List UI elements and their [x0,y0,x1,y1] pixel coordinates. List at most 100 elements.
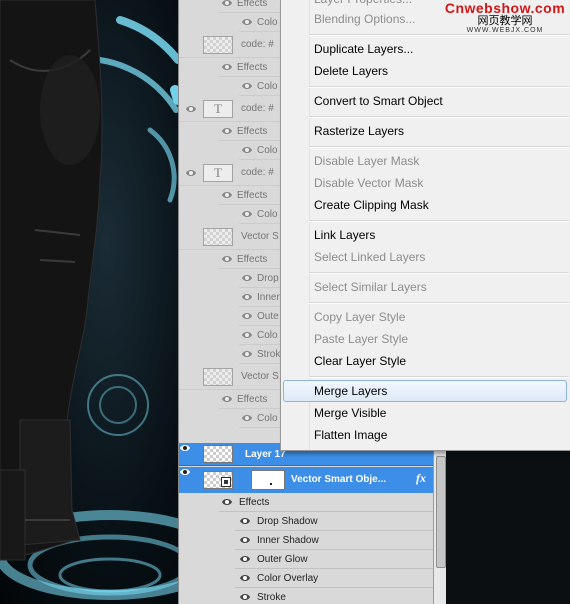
menu-separator [309,376,569,378]
visibility-eye-icon[interactable] [241,413,253,423]
visibility-eye-icon[interactable] [239,592,251,602]
menu-item-convert-to-smart-object[interactable]: Convert to Smart Object [314,94,443,108]
visibility-eye-icon[interactable] [221,190,233,200]
vector-mask-thumbnail [251,470,285,490]
layer-name[interactable]: code: # [241,167,274,178]
visibility-eye-icon[interactable] [239,554,251,564]
layer-name[interactable]: Vector Smart Obje... [291,474,386,485]
artwork-image [0,0,178,600]
visibility-eye-icon[interactable] [185,232,197,242]
effect-name: Oute [257,311,279,322]
visibility-eye-icon[interactable] [221,394,233,404]
watermark-chinese: 网页教学网 [477,15,533,27]
layer-context-menu: Layer Properties... Blending Options... Du… [280,0,570,451]
layer-name[interactable]: Vector S [241,371,279,382]
effects-label: Effects [237,62,268,73]
effects-label: Effects [237,126,268,137]
layer-row-vector-smart-object[interactable]: Vector Smart Obje... fx [179,467,434,493]
menu-item-delete-layers[interactable]: Delete Layers [314,64,388,78]
effect-row[interactable]: Color Overlay [235,569,434,588]
menu-item-layer-properties: Layer Properties... [314,0,412,6]
effect-name: Color Overlay [257,573,319,584]
layer-name[interactable]: code: # [241,103,274,114]
site-watermark: Cnwebshow.com 网页教学网 WWW.WEBJX.COM [440,0,570,36]
effect-name: Colo [257,330,278,341]
layer-style-fx-icon[interactable]: fx [416,471,426,486]
effect-name: Colo [257,17,278,28]
visibility-eye-icon[interactable] [221,126,233,136]
visibility-eye-icon[interactable] [241,311,253,321]
menu-item-flatten-image[interactable]: Flatten Image [314,428,387,442]
visibility-eye-icon[interactable] [241,17,253,27]
visibility-eye-icon[interactable] [241,81,253,91]
effect-row[interactable]: Outer Glow [235,550,434,569]
smart-object-icon [221,477,231,487]
effects-label: Effects [237,190,268,201]
effect-name: Colo [257,81,278,92]
effect-name: Inner Shadow [257,535,319,546]
watermark-url: WWW.WEBJX.COM [466,27,544,34]
scrollbar-thumb[interactable] [436,456,446,568]
menu-separator [309,272,569,274]
visibility-eye-icon[interactable] [185,372,197,382]
visibility-eye-icon[interactable] [241,209,253,219]
visibility-eye-icon[interactable] [221,497,233,507]
visibility-eye-icon[interactable] [185,168,197,178]
effect-name: Outer Glow [257,554,308,565]
menu-separator [309,86,569,88]
visibility-eye-icon[interactable] [239,535,251,545]
visibility-eye-icon[interactable] [185,40,197,50]
menu-separator [309,116,569,118]
menu-item-merge-visible[interactable]: Merge Visible [314,406,386,420]
menu-separator [309,220,569,222]
visibility-eye-icon[interactable] [239,516,251,526]
effect-row[interactable]: Drop Shadow [235,512,434,531]
effect-name: Colo [257,209,278,220]
menu-item-clear-layer-style[interactable]: Clear Layer Style [314,354,406,368]
effects-group-row[interactable]: Effects [219,493,434,512]
menu-item-create-clipping-mask[interactable]: Create Clipping Mask [314,198,429,212]
menu-item-merge-layers[interactable]: Merge Layers [314,384,387,398]
smart-object-thumbnail [203,228,233,246]
visibility-eye-icon[interactable] [221,62,233,72]
canvas-background-right [446,450,570,604]
effects-label: Effects [237,0,268,9]
visibility-eye-icon[interactable] [241,273,253,283]
layer-name[interactable]: code: # [241,39,274,50]
layer-thumbnail [203,368,233,386]
menu-item-duplicate-layers[interactable]: Duplicate Layers... [314,42,413,56]
effects-label: Effects [239,497,270,508]
menu-item-blending-options: Blending Options... [314,12,416,26]
visibility-eye-icon[interactable] [241,349,253,359]
effects-label: Effects [237,254,268,265]
effect-name: Colo [257,413,278,424]
menu-item-link-layers[interactable]: Link Layers [314,228,375,242]
menu-separator [309,146,569,148]
menu-item-paste-layer-style: Paste Layer Style [314,332,409,346]
menu-item-disable-layer-mask: Disable Layer Mask [314,154,420,168]
visibility-eye-icon[interactable] [221,254,233,264]
smart-object-thumbnail [203,471,233,489]
effect-row[interactable]: Inner Shadow [235,531,434,550]
menu-separator [309,302,569,304]
effect-name: Inner [257,292,280,303]
menu-item-disable-vector-mask: Disable Vector Mask [314,176,424,190]
visibility-eye-icon[interactable] [241,330,253,340]
watermark-site: Cnwebshow.com [444,0,566,16]
layers-scrollbar[interactable] [433,450,446,604]
menu-item-select-similar-layers: Select Similar Layers [314,280,427,294]
effect-name: Stroke [257,592,286,603]
layer-name[interactable]: Vector S [241,231,279,242]
visibility-eye-icon[interactable] [221,0,233,8]
document-canvas[interactable] [0,0,178,604]
visibility-eye-icon[interactable] [241,145,253,155]
effects-label: Effects [237,394,268,405]
effect-name: Drop Shadow [257,516,318,527]
effect-name: Colo [257,145,278,156]
visibility-eye-icon[interactable] [239,573,251,583]
visibility-eye-icon[interactable] [241,292,253,302]
effect-row[interactable]: Stroke [235,588,434,604]
visibility-eye-icon[interactable] [185,104,197,114]
layer-thumbnail [203,36,233,54]
menu-item-rasterize-layers[interactable]: Rasterize Layers [314,124,404,138]
